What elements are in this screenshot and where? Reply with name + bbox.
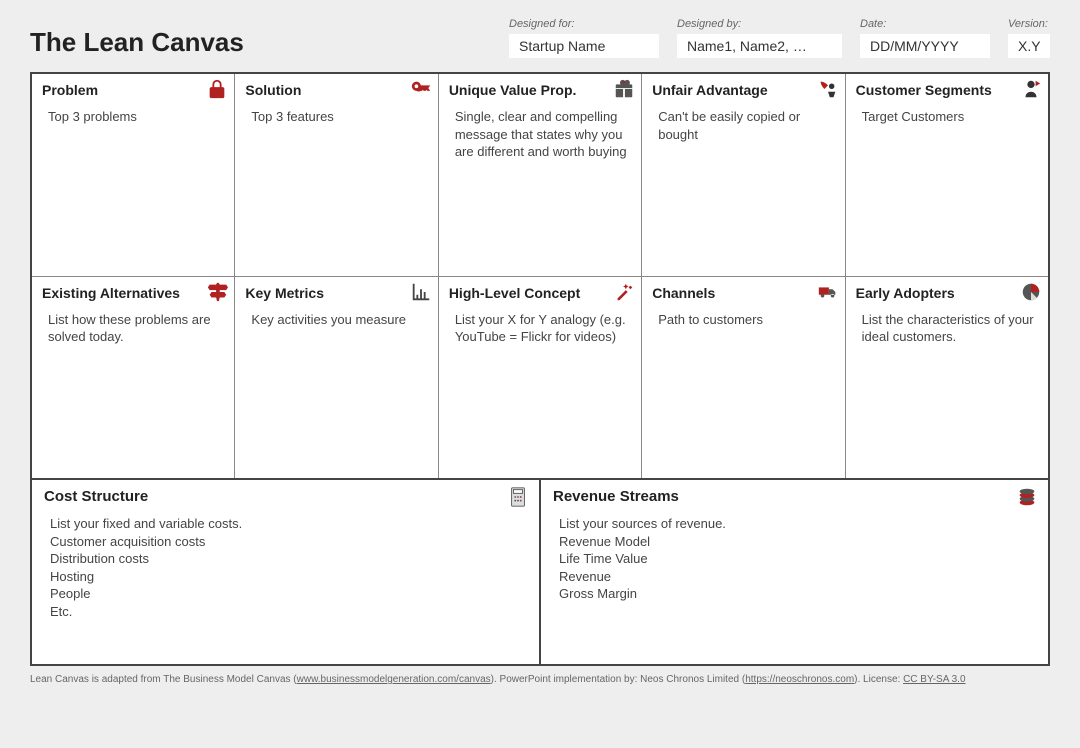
col-advantage: Unfair Advantage Can't be easily copied …: [642, 74, 845, 478]
col-problem: Problem Top 3 problems Existing Alternat…: [32, 74, 235, 478]
revenue-body: List your sources of revenue. Revenue Mo…: [553, 515, 1036, 603]
concept-body: List your X for Y analogy (e.g. YouTube …: [449, 311, 631, 346]
metrics-body: Key activities you measure: [245, 311, 427, 329]
metrics-title: Key Metrics: [245, 285, 427, 301]
segments-title: Customer Segments: [856, 82, 1038, 98]
footer-t3: ). License:: [854, 674, 903, 685]
channels-title: Channels: [652, 285, 834, 301]
canvas-grid: Problem Top 3 problems Existing Alternat…: [30, 72, 1050, 666]
cell-segments[interactable]: Customer Segments Target Customers: [846, 74, 1048, 276]
signpost-icon: [206, 281, 228, 303]
calculator-icon: [507, 486, 529, 508]
uvp-body: Single, clear and compelling message tha…: [449, 108, 631, 161]
meta-fields: Designed for: Designed by: Date: Version…: [509, 18, 1050, 58]
solution-body: Top 3 features: [245, 108, 427, 126]
person-icon: [1020, 78, 1042, 100]
alternatives-title: Existing Alternatives: [42, 285, 224, 301]
cell-adopters[interactable]: Early Adopters List the characteristics …: [846, 276, 1048, 479]
adopters-body: List the characteristics of your ideal c…: [856, 311, 1038, 346]
cell-alternatives[interactable]: Existing Alternatives List how these pro…: [32, 276, 234, 479]
cell-concept[interactable]: High-Level Concept List your X for Y ana…: [439, 276, 641, 479]
cost-title: Cost Structure: [44, 488, 527, 505]
wand-icon: [613, 281, 635, 303]
link-bmg[interactable]: www.businessmodelgeneration.com/canvas: [297, 674, 491, 685]
solution-title: Solution: [245, 82, 427, 98]
footer-t1: Lean Canvas is adapted from The Business…: [30, 674, 297, 685]
key-icon: [410, 78, 432, 100]
problem-title: Problem: [42, 82, 224, 98]
designed-for-label: Designed for:: [509, 18, 659, 30]
cell-revenue[interactable]: Revenue Streams List your sources of rev…: [541, 480, 1048, 664]
version-input[interactable]: [1008, 34, 1050, 58]
uvp-title: Unique Value Prop.: [449, 82, 631, 98]
lock-icon: [206, 78, 228, 100]
date-label: Date:: [860, 18, 990, 30]
cell-problem[interactable]: Problem Top 3 problems: [32, 74, 234, 276]
revenue-title: Revenue Streams: [553, 488, 1036, 505]
cell-metrics[interactable]: Key Metrics Key activities you measure: [235, 276, 437, 479]
footer-t2: ). PowerPoint implementation by: Neos Ch…: [491, 674, 746, 685]
designed-for-input[interactable]: [509, 34, 659, 58]
col-solution: Solution Top 3 features Key Metrics Key …: [235, 74, 438, 478]
cell-advantage[interactable]: Unfair Advantage Can't be easily copied …: [642, 74, 844, 276]
top-row: Problem Top 3 problems Existing Alternat…: [32, 74, 1048, 478]
adopters-title: Early Adopters: [856, 285, 1038, 301]
cost-body: List your fixed and variable costs. Cust…: [44, 515, 527, 620]
date-input[interactable]: [860, 34, 990, 58]
chart-icon: [410, 281, 432, 303]
lean-canvas-page: The Lean Canvas Designed for: Designed b…: [0, 0, 1080, 748]
designed-by-label: Designed by:: [677, 18, 842, 30]
link-neos[interactable]: https://neoschronos.com: [745, 674, 854, 685]
advantage-body: Can't be easily copied or bought: [652, 108, 834, 143]
cell-channels[interactable]: Channels Path to customers: [642, 276, 844, 479]
superhero-icon: [817, 78, 839, 100]
alternatives-body: List how these problems are solved today…: [42, 311, 224, 346]
footer-credit: Lean Canvas is adapted from The Business…: [30, 674, 1050, 685]
header: The Lean Canvas Designed for: Designed b…: [30, 18, 1050, 58]
cell-solution[interactable]: Solution Top 3 features: [235, 74, 437, 276]
problem-body: Top 3 problems: [42, 108, 224, 126]
pie-chart-icon: [1020, 281, 1042, 303]
gift-icon: [613, 78, 635, 100]
col-uvp: Unique Value Prop. Single, clear and com…: [439, 74, 642, 478]
cell-uvp[interactable]: Unique Value Prop. Single, clear and com…: [439, 74, 641, 276]
bottom-row: Cost Structure List your fixed and varia…: [32, 478, 1048, 664]
concept-title: High-Level Concept: [449, 285, 631, 301]
channels-body: Path to customers: [652, 311, 834, 329]
coins-icon: [1016, 486, 1038, 508]
page-title: The Lean Canvas: [30, 27, 244, 58]
truck-icon: [817, 281, 839, 303]
cell-cost[interactable]: Cost Structure List your fixed and varia…: [32, 480, 541, 664]
col-segments: Customer Segments Target Customers Early…: [846, 74, 1048, 478]
link-license[interactable]: CC BY-SA 3.0: [903, 674, 965, 685]
version-label: Version:: [1008, 18, 1050, 30]
advantage-title: Unfair Advantage: [652, 82, 834, 98]
segments-body: Target Customers: [856, 108, 1038, 126]
designed-by-input[interactable]: [677, 34, 842, 58]
